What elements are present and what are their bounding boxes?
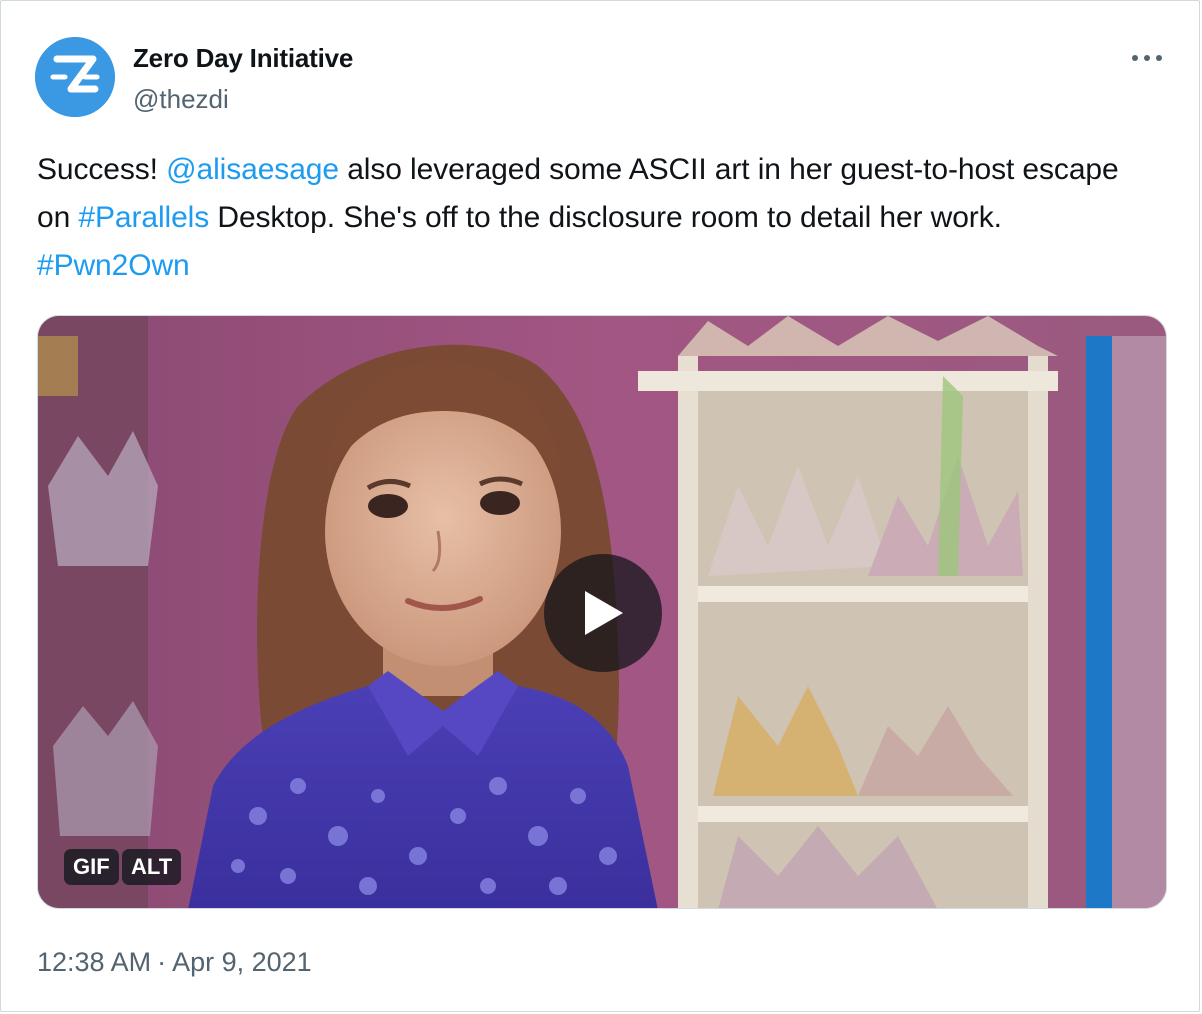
- author-display-name[interactable]: Zero Day Initiative: [133, 43, 353, 74]
- alt-text-badge[interactable]: ALT: [122, 849, 182, 885]
- mention-link[interactable]: @alisaesage: [166, 153, 339, 186]
- tweet-timestamp: 12:38 AM · Apr 9, 2021: [37, 947, 312, 978]
- author-avatar[interactable]: [35, 37, 115, 117]
- tweet-text-part: Success!: [37, 153, 167, 186]
- tweet-card: Zero Day Initiative @thezdi Success! @al…: [0, 0, 1200, 1012]
- tweet-text-part: Desktop. She's off to the disclosure roo…: [209, 201, 1002, 234]
- gif-media[interactable]: GIF ALT: [37, 315, 1167, 909]
- zdi-logo-icon: [35, 37, 115, 117]
- gif-badge: GIF: [64, 849, 119, 885]
- tweet-time[interactable]: 12:38 AM: [37, 947, 151, 977]
- play-icon: [585, 591, 623, 635]
- more-horizontal-icon: [1132, 55, 1162, 61]
- tweet-date[interactable]: Apr 9, 2021: [172, 947, 312, 977]
- hashtag-link-parallels[interactable]: #Parallels: [78, 201, 209, 234]
- author-handle[interactable]: @thezdi: [133, 84, 229, 115]
- tweet-text: Success! @alisaesage also leveraged some…: [37, 146, 1157, 290]
- play-button[interactable]: [544, 554, 662, 672]
- hashtag-link-pwn2own[interactable]: #Pwn2Own: [37, 249, 190, 282]
- more-options-button[interactable]: [1127, 43, 1167, 73]
- timestamp-separator: ·: [157, 947, 167, 977]
